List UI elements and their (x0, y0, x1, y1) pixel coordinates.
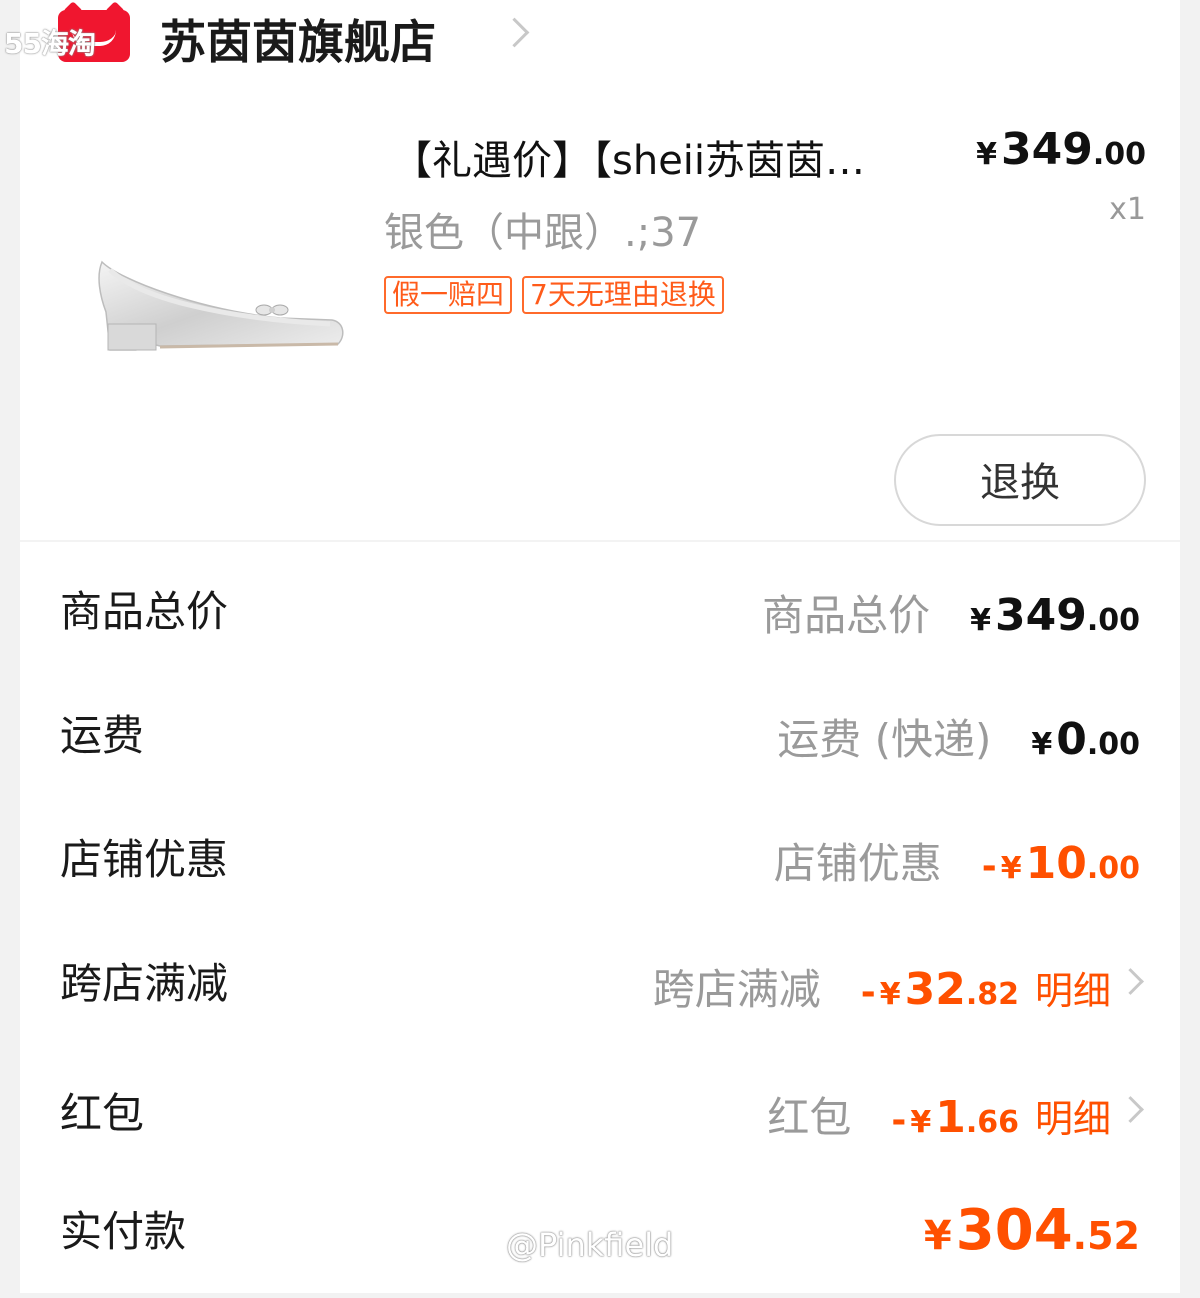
row-red-packet: 红包 红包 - ¥1.66 明细 (20, 1080, 1180, 1180)
row-shipping: 运费 运费 (快递) ¥0.00 (20, 702, 1180, 802)
tag-7day-return: 7天无理由退换 (522, 276, 724, 314)
row-label: 跨店满减 (60, 959, 229, 1008)
service-tags: 假一赔四 7天无理由退换 (384, 276, 734, 314)
product-sku: 银色（中跟）.;37 (384, 210, 702, 256)
chevron-right-icon (1117, 968, 1144, 995)
watermark-bottom: @Pinkfield (506, 1226, 674, 1264)
row-label: 商品总价 (60, 587, 229, 636)
row-sub-label: 跨店满减 (652, 965, 821, 1014)
product-quantity: x1 (1109, 192, 1146, 227)
row-amount: - ¥32.82 (860, 964, 1019, 1015)
row-shop-discount: 店铺优惠 店铺优惠 - ¥10.00 (20, 826, 1180, 926)
row-amount: ¥0.00 (1031, 714, 1140, 765)
row-amount: - ¥1.66 (891, 1092, 1019, 1143)
row-sub-label: 运费 (快递) (777, 715, 992, 764)
detail-link[interactable]: 明细 (1035, 1088, 1144, 1143)
shop-name[interactable]: 苏茵茵旗舰店 (160, 6, 436, 72)
row-label: 运费 (60, 711, 145, 760)
product-title[interactable]: 【礼遇价】【sheii苏茵茵… (392, 128, 962, 186)
row-cross-store-discount: 跨店满减 跨店满减 - ¥32.82 明细 (20, 950, 1180, 1050)
watermark-top: 55海淘 (4, 27, 96, 60)
product-price: ¥349.00 (976, 124, 1146, 175)
row-amount: ¥349.00 (970, 590, 1140, 641)
row-amount: - ¥10.00 (981, 838, 1140, 889)
order-card: 苏茵茵旗舰店 【礼遇价】【sheii苏茵茵… ¥349.00 x1 银色（中跟）… (20, 0, 1180, 1293)
divider (20, 540, 1180, 542)
tag-fake-compensation: 假一赔四 (384, 276, 513, 314)
row-label: 实付款 (60, 1207, 187, 1256)
row-item-total: 商品总价 商品总价 ¥349.00 (20, 578, 1180, 678)
product-image[interactable] (80, 240, 350, 370)
row-label: 店铺优惠 (60, 835, 229, 884)
currency-symbol: ¥ (976, 137, 997, 172)
shop-header[interactable]: 苏茵茵旗舰店 (20, 0, 1180, 80)
chevron-right-icon[interactable] (499, 17, 530, 48)
row-sub-label: 商品总价 (762, 591, 931, 640)
detail-link[interactable]: 明细 (1035, 960, 1144, 1015)
price-integer: 349 (1000, 124, 1093, 175)
row-sub-label: 红包 (767, 1093, 852, 1142)
price-decimal: .00 (1092, 137, 1146, 172)
return-exchange-button[interactable]: 退换 (894, 434, 1146, 526)
row-label: 红包 (60, 1089, 145, 1138)
chevron-right-icon (1117, 1096, 1144, 1123)
row-sub-label: 店铺优惠 (773, 839, 942, 888)
total-amount: ¥304.52 (923, 1198, 1140, 1263)
